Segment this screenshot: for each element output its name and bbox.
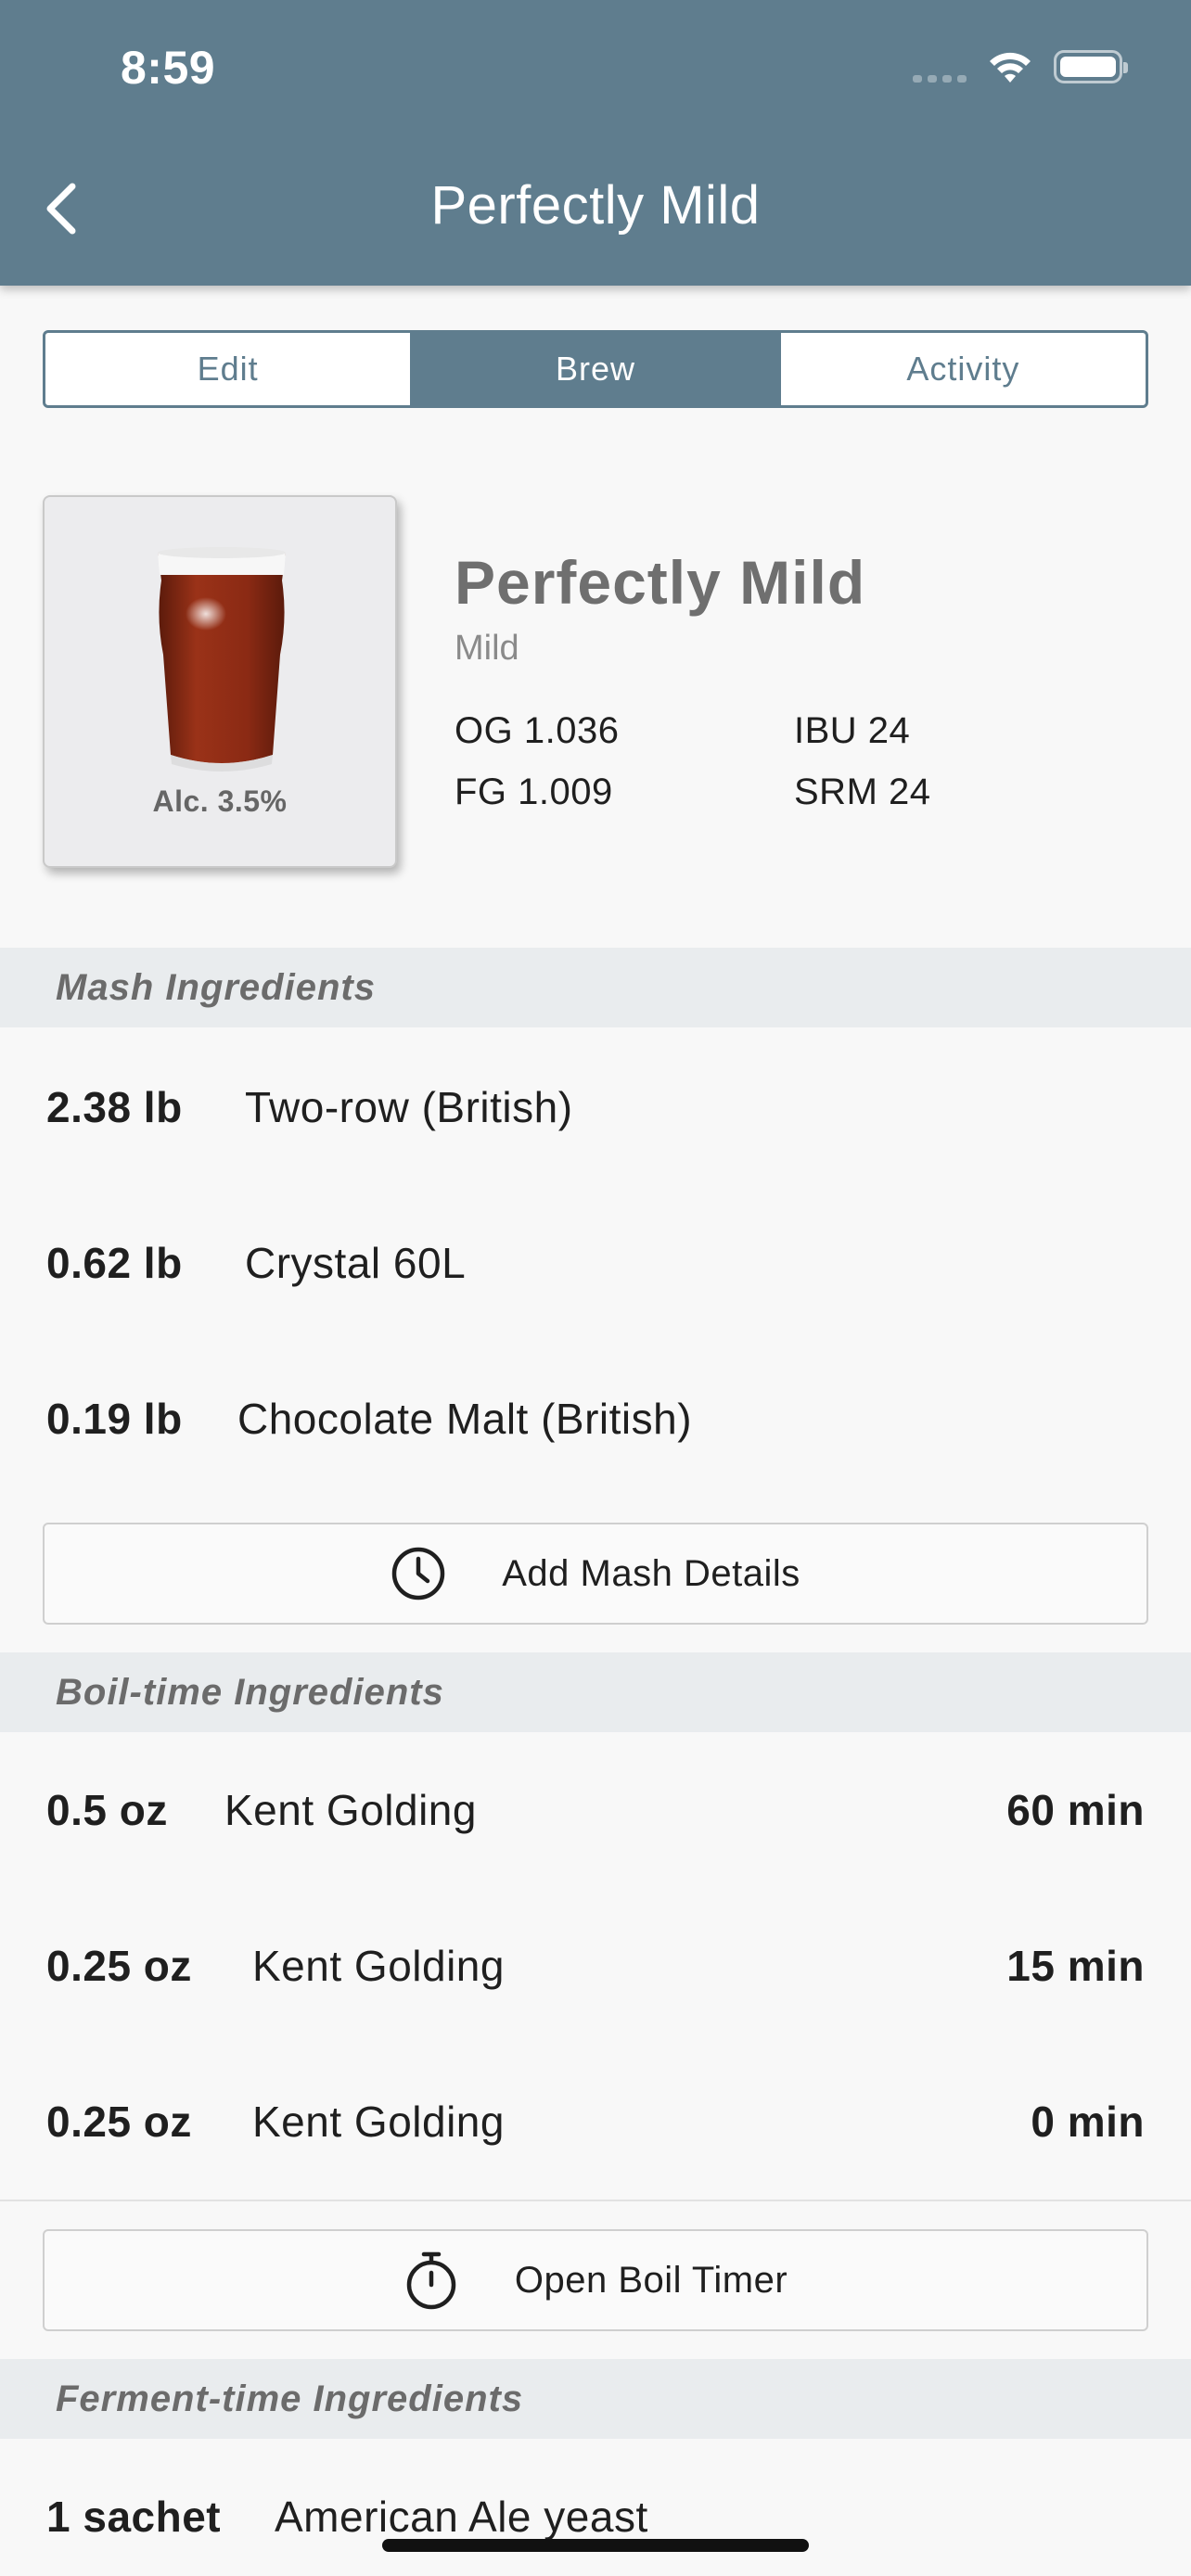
nav-bar: 8:59 Perfectly Mild <box>0 0 1191 286</box>
ibu-stat: IBU 24 <box>794 710 911 751</box>
list-item[interactable]: 0.19 lb Chocolate Malt (British) <box>0 1341 1191 1497</box>
ingredient-time: 0 min <box>1031 2098 1145 2146</box>
list-item[interactable]: 2.38 lb Two-row (British) <box>0 1029 1191 1185</box>
list-item[interactable]: 0.62 lb Crystal 60L <box>0 1185 1191 1341</box>
ingredient-name: Kent Golding <box>252 2098 505 2146</box>
tab-brew[interactable]: Brew <box>410 333 778 405</box>
beer-glass-card: Alc. 3.5% <box>43 495 397 868</box>
beer-glass-icon <box>158 547 286 772</box>
open-boil-timer-label: Open Boil Timer <box>514 2259 788 2301</box>
segmented-control: Edit Brew Activity <box>43 330 1148 408</box>
fg-stat: FG 1.009 <box>455 772 613 812</box>
open-boil-timer-button[interactable]: Open Boil Timer <box>43 2229 1148 2331</box>
list-item[interactable]: 0.5 oz Kent Golding 60 min <box>0 1732 1191 1888</box>
ingredient-amount: 0.62 lb <box>46 1239 183 1287</box>
ingredient-name: American Ale yeast <box>275 2493 648 2541</box>
recipe-name: Perfectly Mild <box>455 548 866 617</box>
ferment-section-header: Ferment-time Ingredients <box>0 2359 1191 2439</box>
clock-icon <box>391 1546 446 1601</box>
ingredient-amount: 0.19 lb <box>46 1395 183 1443</box>
brew-screen: 8:59 Perfectly Mild Edit Brew Activity A… <box>0 0 1191 2576</box>
ingredient-name: Two-row (British) <box>245 1083 573 1131</box>
add-mash-details-label: Add Mash Details <box>502 1552 800 1594</box>
boil-section-header: Boil-time Ingredients <box>0 1652 1191 1732</box>
add-mash-details-button[interactable]: Add Mash Details <box>43 1523 1148 1625</box>
ingredient-name: Kent Golding <box>252 1942 505 1990</box>
ingredient-amount: 0.25 oz <box>46 2098 192 2146</box>
list-item[interactable]: 1 sachet American Ale yeast <box>0 2439 1191 2576</box>
og-stat: OG 1.036 <box>455 710 620 751</box>
home-indicator[interactable] <box>382 2539 809 2552</box>
ingredient-name: Chocolate Malt (British) <box>237 1395 693 1443</box>
mash-section-header: Mash Ingredients <box>0 948 1191 1027</box>
nav-title: Perfectly Mild <box>430 175 761 236</box>
list-item[interactable]: 0.25 oz Kent Golding 15 min <box>0 1888 1191 2044</box>
ingredient-time: 60 min <box>1006 1786 1145 1834</box>
ingredient-name: Kent Golding <box>224 1786 477 1834</box>
abv-label: Alc. 3.5% <box>152 784 288 818</box>
status-icons <box>913 48 1128 85</box>
srm-stat: SRM 24 <box>794 772 931 812</box>
tab-activity[interactable]: Activity <box>777 333 1146 405</box>
ingredient-amount: 2.38 lb <box>46 1083 183 1131</box>
ingredient-amount: 1 sachet <box>46 2493 222 2541</box>
wifi-icon <box>990 52 1031 83</box>
list-item[interactable]: 0.25 oz Kent Golding 0 min <box>0 2044 1191 2200</box>
battery-icon <box>1054 50 1128 83</box>
stopwatch-icon <box>403 2251 459 2310</box>
recipe-style: Mild <box>455 629 519 668</box>
ingredient-amount: 0.25 oz <box>46 1942 192 1990</box>
divider <box>0 2200 1191 2201</box>
ingredient-amount: 0.5 oz <box>46 1786 168 1834</box>
status-time: 8:59 <box>121 42 216 94</box>
cellular-signal-icon <box>913 51 967 83</box>
tab-edit[interactable]: Edit <box>45 333 410 405</box>
ingredient-name: Crystal 60L <box>245 1239 467 1287</box>
ingredient-time: 15 min <box>1006 1942 1145 1990</box>
